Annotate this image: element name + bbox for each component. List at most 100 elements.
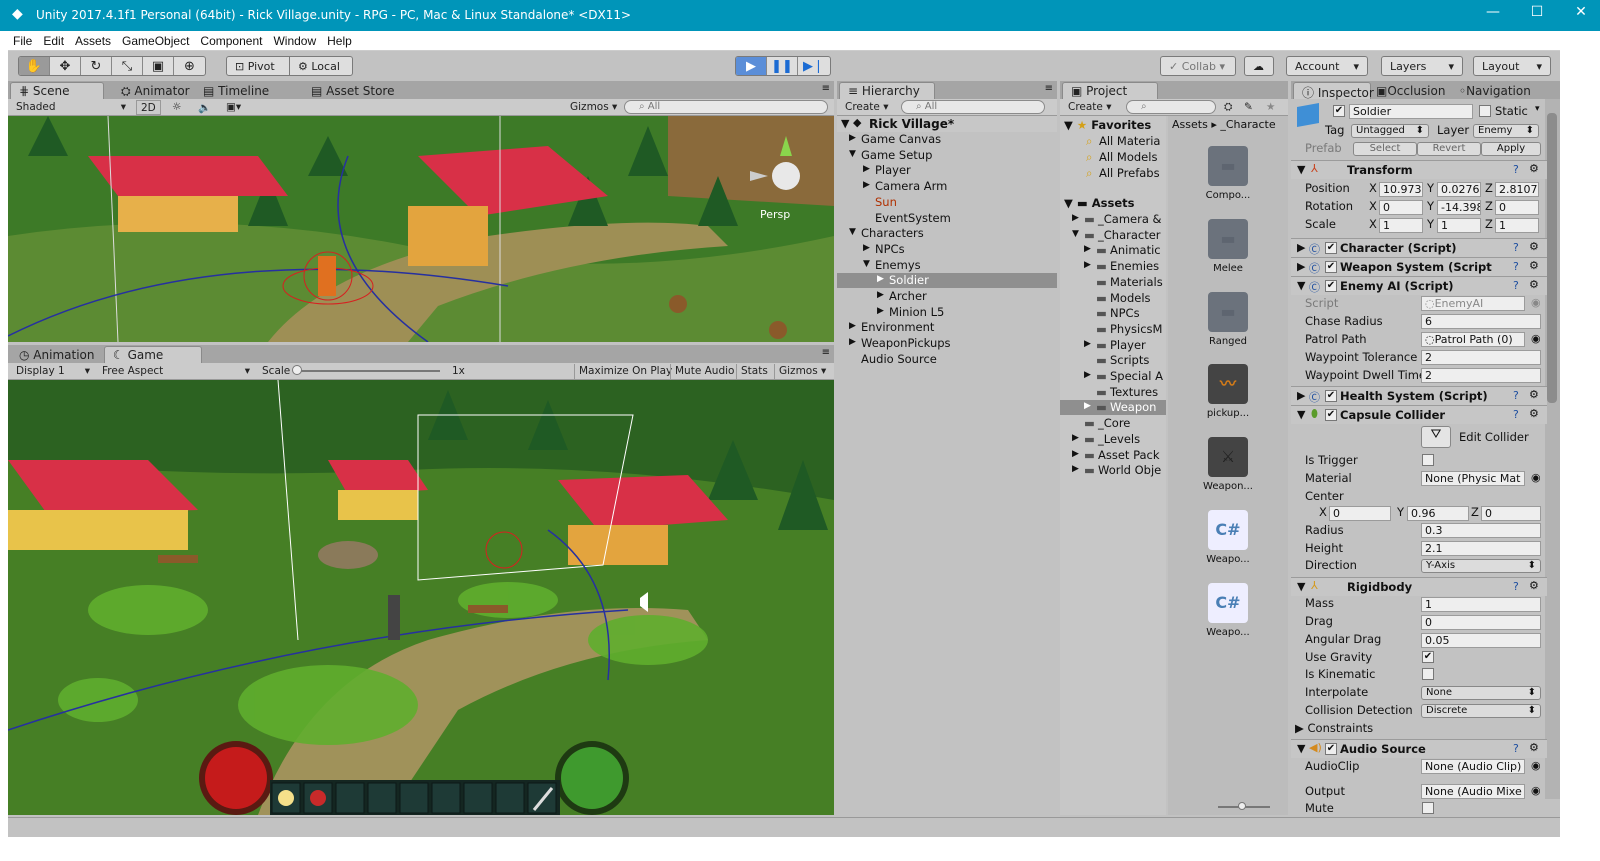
expand-arrow-icon[interactable]: ▶ (1084, 244, 1091, 254)
mute-audio-toggle[interactable]: Mute Audio (670, 364, 738, 379)
chase-radius-input[interactable]: 6 (1421, 314, 1541, 329)
radius-input[interactable]: 0.3 (1421, 523, 1541, 538)
help-icon[interactable]: ? (1513, 279, 1519, 292)
scale-y-input[interactable]: 1 (1437, 218, 1481, 233)
layers-dropdown[interactable]: Layers ▾ (1381, 56, 1463, 76)
expand-arrow-icon[interactable]: ▼ (841, 117, 849, 130)
expand-arrow-icon[interactable]: ▶ (1072, 433, 1079, 443)
active-checkbox[interactable]: ✔ (1333, 105, 1345, 117)
menu-window[interactable]: Window (268, 31, 322, 48)
scale-z-input[interactable]: 1 (1495, 218, 1539, 233)
favorite-star-icon[interactable]: ★ (1262, 100, 1279, 115)
rigidbody-header[interactable]: ▼ ⅄ Rigidbody ? ⚙ (1291, 577, 1547, 596)
hierarchy-item[interactable]: ▶ Player (837, 163, 1057, 178)
tab-navigation[interactable]: ◦Navigation (1454, 82, 1536, 99)
step-icon[interactable]: ▶❘ (798, 57, 829, 75)
hierarchy-item[interactable]: ▶ Soldier (837, 273, 1057, 289)
height-input[interactable]: 2.1 (1421, 541, 1541, 556)
settings-gear-icon[interactable]: ⚙ (1529, 278, 1539, 291)
scene-header[interactable]: ▼ ◆ Rick Village* (837, 116, 1057, 132)
output-field[interactable]: None (Audio Mixe (1421, 784, 1525, 799)
shading-dropdown[interactable]: Shaded ▾ (12, 100, 130, 115)
scale-slider[interactable] (292, 365, 440, 375)
settings-gear-icon[interactable]: ⚙ (1529, 240, 1539, 253)
enemy-ai-header[interactable]: ▼ Ⓒ ✔ Enemy AI (Script) ? ⚙ (1291, 276, 1547, 295)
constraints-foldout[interactable]: ▶ Constraints (1295, 721, 1373, 735)
expand-arrow-icon[interactable]: ▶ (849, 337, 856, 347)
breadcrumb-assets[interactable]: Assets (1172, 118, 1208, 131)
scene-search-input[interactable]: ⌕ All (624, 100, 828, 114)
mute-checkbox[interactable] (1422, 802, 1434, 814)
game-viewport[interactable] (8, 380, 834, 815)
persp-label[interactable]: Persp (760, 208, 790, 221)
asset-folder-item[interactable]: ▶ ▬ Weapon (1060, 400, 1166, 416)
breadcrumb-character[interactable]: _Characte (1220, 118, 1275, 131)
capsule-enabled-checkbox[interactable]: ✔ (1325, 409, 1337, 421)
layer-dropdown[interactable]: Enemy ⬍ (1473, 124, 1539, 138)
tab-animation[interactable]: ◷ Animation (10, 346, 103, 363)
object-picker-icon[interactable]: ◉ (1531, 471, 1541, 484)
hierarchy-item[interactable]: ▶ NPCs (837, 242, 1057, 257)
waypoint-dwell-input[interactable]: 2 (1421, 368, 1541, 383)
project-grid-item[interactable]: C# Weapo... (1188, 500, 1268, 570)
icon-size-slider[interactable] (1218, 802, 1270, 810)
menu-edit[interactable]: Edit (38, 31, 70, 48)
tag-dropdown[interactable]: Untagged ⬍ (1351, 124, 1429, 138)
hierarchy-item[interactable]: Sun (837, 195, 1057, 210)
expand-arrow-icon[interactable]: ▶ (863, 164, 870, 174)
asset-folder-item[interactable]: ▬ PhysicsM (1060, 322, 1166, 337)
audio-source-header[interactable]: ▼ ◀) ✔ Audio Source ? ⚙ (1291, 739, 1547, 758)
asset-folder-item[interactable]: ▬ _Core (1060, 416, 1166, 431)
object-picker-icon[interactable]: ◉ (1531, 784, 1541, 797)
project-grid-item[interactable]: ▬ Compo... (1188, 136, 1268, 206)
favorites-header[interactable]: ▼ ★ Favorites (1064, 118, 1151, 132)
asset-folder-item[interactable]: ▬ Materials (1060, 275, 1166, 290)
2d-toggle[interactable]: 2D (136, 100, 161, 115)
position-z-input[interactable]: 2.8107 (1495, 182, 1539, 197)
hierarchy-item[interactable]: ▼ Characters (837, 226, 1057, 241)
settings-gear-icon[interactable]: ⚙ (1529, 162, 1539, 175)
tab-asset-store[interactable]: ▤ Asset Store (302, 82, 404, 99)
asset-folder-item[interactable]: ▬ Models (1060, 291, 1166, 306)
patrol-path-field[interactable]: ◌Patrol Path (0) (1421, 332, 1525, 347)
expand-arrow-icon[interactable]: ▶ (1072, 449, 1079, 459)
close-button[interactable]: ✕ (1566, 4, 1596, 26)
inspector-scrollbar[interactable] (1545, 99, 1560, 799)
is-trigger-checkbox[interactable] (1422, 454, 1434, 466)
expand-arrow-icon[interactable]: ▼ (849, 227, 856, 237)
menu-file[interactable]: File (8, 31, 38, 48)
expand-arrow-icon[interactable]: ▶ (877, 274, 884, 284)
filter-label-icon[interactable]: ✎ (1240, 100, 1257, 115)
panel-menu-icon[interactable]: ≡ (822, 83, 830, 94)
panel-menu-icon[interactable]: ≡ (1045, 83, 1053, 94)
menu-assets[interactable]: Assets (70, 31, 117, 48)
project-create-dropdown[interactable]: Create ▾ (1064, 100, 1116, 115)
project-grid-item[interactable]: 〰 pickup... (1188, 354, 1268, 424)
drag-input[interactable]: 0 (1421, 615, 1541, 630)
character-enabled-checkbox[interactable]: ✔ (1325, 242, 1337, 254)
help-icon[interactable]: ? (1513, 389, 1519, 402)
transform-tool-icon[interactable]: ⊕ (174, 57, 205, 75)
expand-arrow-icon[interactable]: ▶ (1084, 260, 1091, 270)
stats-toggle[interactable]: Stats (736, 364, 772, 379)
asset-folder-item[interactable]: ▬ NPCs (1060, 306, 1166, 321)
object-picker-icon[interactable]: ◉ (1531, 759, 1541, 772)
settings-gear-icon[interactable]: ⚙ (1529, 407, 1539, 420)
asset-folder-item[interactable]: ▶ ▬ Enemies (1060, 259, 1166, 274)
favorite-item[interactable]: ⌕ All Prefabs (1060, 166, 1166, 181)
account-dropdown[interactable]: Account ▾ (1286, 56, 1368, 76)
position-y-input[interactable]: 0.0276 (1437, 182, 1481, 197)
lighting-icon[interactable]: ☼ (168, 100, 185, 115)
hierarchy-item[interactable]: ▼ Enemys (837, 258, 1057, 273)
project-search-input[interactable]: ⌕ (1126, 100, 1216, 114)
settings-gear-icon[interactable]: ⚙ (1529, 388, 1539, 401)
edit-collider-button[interactable]: ⛛ (1421, 426, 1451, 448)
menu-help[interactable]: Help (322, 31, 358, 48)
expand-arrow-icon[interactable]: ▶ (877, 290, 884, 300)
asset-folder-item[interactable]: ▶ ▬ World Obje (1060, 463, 1166, 478)
tab-inspector[interactable]: ⓘ Inspector (1293, 82, 1374, 100)
project-grid-item[interactable]: ▬ Ranged (1188, 282, 1268, 352)
game-gizmos-dropdown[interactable]: Gizmos ▾ (774, 364, 830, 379)
asset-folder-item[interactable]: ▶ ▬ Asset Pack (1060, 448, 1166, 463)
pause-icon[interactable]: ❚❚ (767, 57, 798, 75)
